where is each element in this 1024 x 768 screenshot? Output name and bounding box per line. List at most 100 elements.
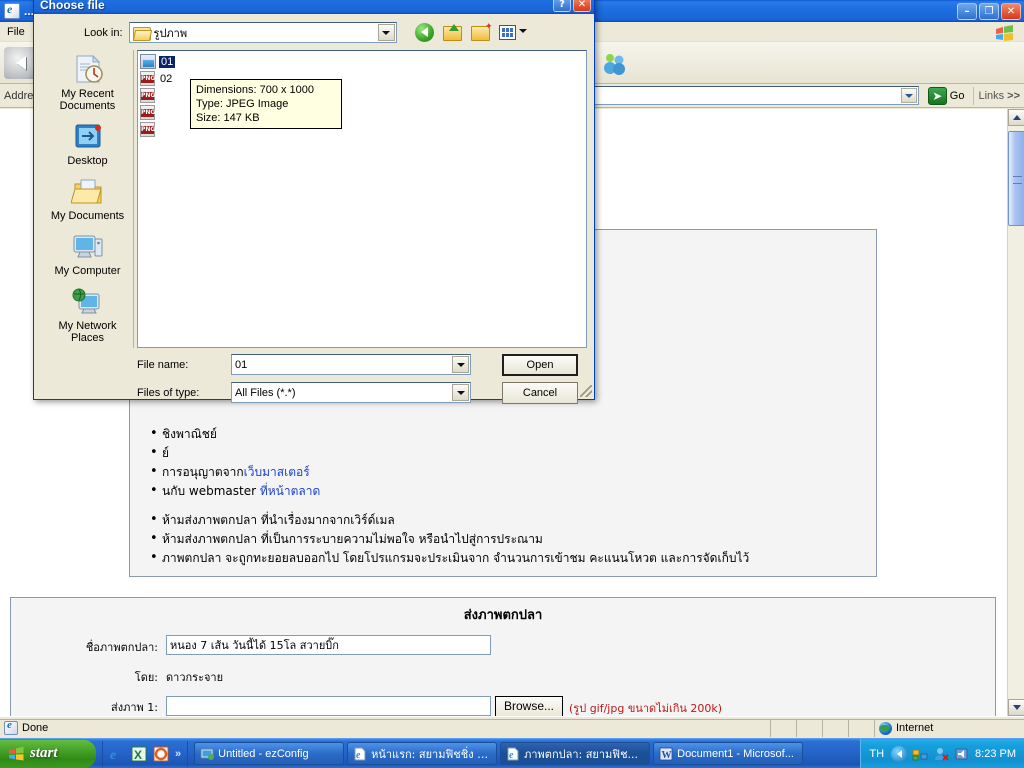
internet-explorer-icon[interactable]: e <box>109 746 125 762</box>
go-button[interactable]: ➤ Go <box>922 86 971 105</box>
views-chevron-down-icon <box>518 28 527 33</box>
views-button[interactable] <box>498 23 527 43</box>
webmaster-link[interactable]: เว็บมาสเตอร์ <box>244 465 310 479</box>
dialog-toolbar <box>414 21 527 43</box>
files-of-type-combo[interactable]: All Files (*.*) <box>231 382 471 403</box>
scroll-down-icon[interactable] <box>1008 699 1024 716</box>
task-button[interactable]: e หน้าแรก: สยามฟิชชิ่ง -... <box>347 742 498 765</box>
close-button[interactable]: ✕ <box>1001 3 1021 20</box>
go-arrow-icon: ➤ <box>927 86 947 105</box>
file-path-input[interactable] <box>166 696 491 716</box>
look-in-dropdown-icon[interactable] <box>377 24 395 41</box>
status-message-pane: Done <box>0 718 770 737</box>
new-folder-button[interactable] <box>470 21 493 43</box>
recent-documents-icon <box>76 54 103 83</box>
page-vertical-scrollbar[interactable] <box>1007 109 1024 716</box>
dialog-help-button[interactable]: ? <box>553 0 571 12</box>
places-bar: My Recent Documents Desktop My Documents… <box>42 50 134 348</box>
svg-text:X: X <box>134 748 142 762</box>
place-my-computer[interactable]: My Computer <box>44 231 132 277</box>
svg-text:e: e <box>110 748 116 762</box>
files-of-type-dropdown-icon[interactable] <box>452 384 469 401</box>
rules-text-line-4: ย์ <box>150 443 866 463</box>
dialog-title: Choose file <box>40 0 105 12</box>
permission-text: การอนุญาตจาก <box>162 465 244 479</box>
more-chevron-icon[interactable]: » <box>175 748 181 760</box>
file-name-label: File name: <box>137 358 189 371</box>
task-button-active[interactable]: e ภาพตกปลา: สยามฟิช... <box>500 742 651 765</box>
look-in-combo[interactable]: รูปภาพ <box>128 22 397 43</box>
desktop-icon <box>75 124 101 148</box>
file-list-item[interactable]: 01 <box>140 53 584 70</box>
scroll-up-icon[interactable] <box>1008 109 1024 126</box>
links-chevron-icon: >> <box>1007 89 1020 102</box>
windows-logo-icon <box>9 746 24 760</box>
market-page-link[interactable]: ที่หน้าตลาด <box>260 484 320 498</box>
folder-icon <box>132 26 151 41</box>
tooltip-type: Type: JPEG Image <box>196 98 289 110</box>
open-button[interactable]: Open <box>502 354 578 376</box>
dialog-back-button[interactable] <box>414 22 436 43</box>
files-of-type-label: Files of type: <box>137 386 200 399</box>
language-indicator[interactable]: TH <box>869 748 884 760</box>
maximize-button[interactable]: ❐ <box>979 3 999 20</box>
start-button[interactable]: start <box>0 739 96 768</box>
place-my-documents[interactable]: My Documents <box>44 176 132 222</box>
look-in-row: Look in: รูปภาพ <box>42 21 584 43</box>
ie-status-bar: Done Internet <box>0 716 1024 738</box>
permission-line: การอนุญาตจากเว็บมาสเตอร์ <box>150 462 866 482</box>
task-label: Document1 - Microsof... <box>677 747 794 760</box>
task-label: หน้าแรก: สยามฟิชชิ่ง -... <box>371 747 492 761</box>
jpeg-file-icon <box>140 54 156 69</box>
task-button[interactable]: Untitled - ezConfig <box>194 742 345 765</box>
place-desktop[interactable]: Desktop <box>44 121 132 167</box>
clock[interactable]: 8:23 PM <box>975 748 1016 760</box>
outlook-icon[interactable] <box>153 746 169 762</box>
contacts-icon[interactable] <box>602 50 628 76</box>
place-label: My Recent Documents <box>59 88 116 112</box>
ezconfig-icon <box>200 748 215 760</box>
start-label: start <box>30 745 58 761</box>
volume-icon[interactable] <box>954 746 970 762</box>
links-button[interactable]: Links >> <box>973 86 1024 105</box>
dialog-close-button[interactable]: ✕ <box>573 0 591 12</box>
task-button[interactable]: W Document1 - Microsof... <box>653 742 804 765</box>
menu-item-file[interactable]: File <box>0 24 32 40</box>
tooltip-size: Size: 147 KB <box>196 112 260 124</box>
svg-text:W: W <box>662 750 672 761</box>
resize-grip[interactable] <box>580 385 592 397</box>
views-icon <box>498 25 516 40</box>
messenger-icon[interactable] <box>933 746 949 762</box>
svg-text:e: e <box>356 749 361 760</box>
address-dropdown-icon[interactable] <box>900 88 917 103</box>
place-label: My Computer <box>54 265 121 277</box>
file-name: 02 <box>160 72 173 85</box>
minimize-button[interactable]: – <box>957 3 977 20</box>
png-file-icon <box>140 122 155 137</box>
photo-name-input[interactable]: หนอง 7 เส้น วันนี้ได้ 15โล สวายบิ๊ก <box>166 635 491 655</box>
by-label: โดย: <box>134 671 158 684</box>
place-my-network-places[interactable]: My Network Places <box>44 286 132 344</box>
file-name-dropdown-icon[interactable] <box>452 356 469 373</box>
dialog-caption-buttons: ? ✕ <box>553 0 591 12</box>
form-row-by: โดย: ดาวกระจาย <box>11 665 995 686</box>
size-note: (รูป gif/jpg ขนาดไม่เกิน 200k) <box>569 702 723 715</box>
file-list[interactable]: 01 02 Dimens <box>137 50 587 348</box>
rule-bullet-1: ห้ามส่งภาพตกปลา ที่นำเรื่องมากจากเวิร์ด์… <box>150 510 866 530</box>
show-hidden-icons-button[interactable] <box>891 745 908 762</box>
system-tray: TH 8:23 PM <box>860 738 1024 768</box>
cancel-button[interactable]: Cancel <box>502 382 578 404</box>
internet-zone-icon <box>879 721 892 735</box>
browse-button[interactable]: Browse... <box>495 695 564 716</box>
network-places-icon <box>72 288 99 314</box>
place-my-recent-documents[interactable]: My Recent Documents <box>44 54 132 112</box>
up-one-level-button[interactable] <box>442 23 464 43</box>
file-name-input[interactable]: 01 <box>231 354 471 375</box>
by-value: ดาวกระจาย <box>166 671 224 684</box>
ie-caption-buttons: – ❐ ✕ <box>957 3 1021 20</box>
scrollbar-thumb[interactable] <box>1008 131 1024 226</box>
excel-icon[interactable]: X <box>131 746 147 762</box>
ie-logo-icon <box>4 2 20 19</box>
network-icon[interactable] <box>912 746 928 762</box>
task-label: ภาพตกปลา: สยามฟิช... <box>524 747 639 761</box>
